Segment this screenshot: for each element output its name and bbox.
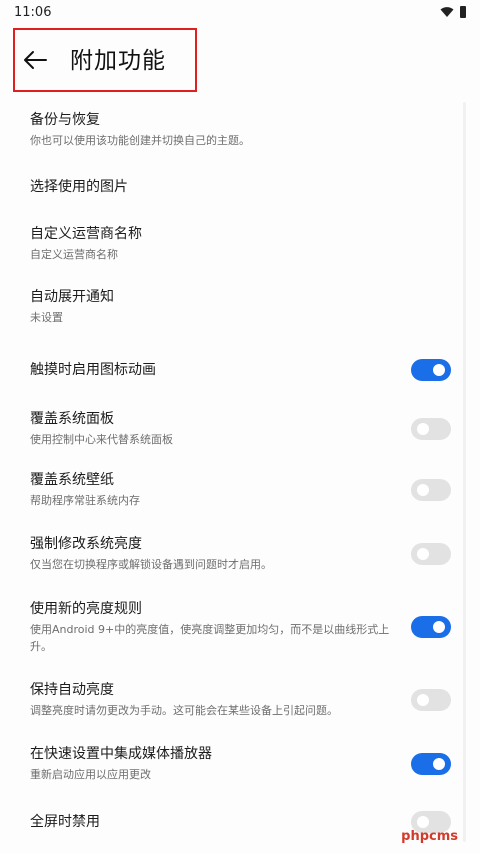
arrow-left-icon[interactable] bbox=[22, 48, 48, 72]
setting-title: 自定义运营商名称 bbox=[30, 226, 142, 242]
setting-subtitle: 仅当您在切换程序或解锁设备遇到问题时才启用。 bbox=[30, 558, 272, 571]
toggle-knob bbox=[433, 364, 445, 376]
setting-title: 备份与恢复 bbox=[30, 112, 100, 128]
setting-auto-expand-notifications[interactable]: 自动展开通知 未设置 bbox=[0, 274, 480, 340]
setting-title: 保持自动亮度 bbox=[30, 682, 114, 698]
setting-title: 覆盖系统面板 bbox=[30, 411, 114, 427]
setting-keep-auto-brightness[interactable]: 保持自动亮度 调整亮度时请勿更改为手动。这可能会在某些设备上引起问题。 bbox=[0, 668, 480, 732]
toggle-knob bbox=[417, 423, 429, 435]
setting-title: 覆盖系统壁纸 bbox=[30, 472, 114, 488]
setting-media-player-quick-settings[interactable]: 在快速设置中集成媒体播放器 重新启动应用以应用更改 bbox=[0, 732, 480, 796]
settings-list: 备份与恢复 你也可以使用该功能创建并切换自己的主题。 选择使用的图片 自定义运营… bbox=[0, 100, 480, 848]
watermark: phpcms bbox=[401, 829, 458, 844]
setting-subtitle: 使用控制中心来代替系统面板 bbox=[30, 433, 173, 446]
setting-title: 自动展开通知 bbox=[30, 289, 114, 305]
wifi-icon bbox=[440, 7, 454, 17]
toggle-switch[interactable] bbox=[411, 616, 451, 638]
setting-icon-animation[interactable]: 触摸时启用图标动画 bbox=[0, 340, 480, 400]
status-bar: 11:06 bbox=[0, 0, 480, 24]
setting-title: 使用新的亮度规则 bbox=[30, 600, 142, 617]
toggle-knob bbox=[417, 548, 429, 560]
setting-title: 选择使用的图片 bbox=[30, 178, 128, 195]
toggle-knob bbox=[417, 694, 429, 706]
setting-title: 在快速设置中集成媒体播放器 bbox=[30, 746, 212, 762]
setting-subtitle: 调整亮度时请勿更改为手动。这可能会在某些设备上引起问题。 bbox=[30, 704, 338, 717]
setting-override-system-panel[interactable]: 覆盖系统面板 使用控制中心来代替系统面板 bbox=[0, 400, 480, 458]
battery-icon bbox=[460, 6, 466, 18]
toggle-knob bbox=[417, 816, 429, 828]
toggle-switch[interactable] bbox=[411, 359, 451, 381]
setting-subtitle: 未设置 bbox=[30, 311, 63, 324]
setting-title: 强制修改系统亮度 bbox=[30, 536, 142, 552]
toggle-switch[interactable] bbox=[411, 689, 451, 711]
setting-title: 触摸时启用图标动画 bbox=[30, 361, 156, 378]
setting-subtitle: 使用Android 9+中的亮度值，使亮度调整更加均匀，而不是以曲线形式上升。 bbox=[30, 622, 390, 653]
setting-backup-restore[interactable]: 备份与恢复 你也可以使用该功能创建并切换自己的主题。 bbox=[0, 100, 480, 160]
setting-title: 全屏时禁用 bbox=[30, 813, 100, 830]
setting-subtitle: 重新启动应用以应用更改 bbox=[30, 768, 151, 781]
setting-subtitle: 你也可以使用该功能创建并切换自己的主题。 bbox=[30, 134, 250, 147]
toggle-knob bbox=[433, 621, 445, 633]
setting-subtitle: 帮助程序常驻系统内存 bbox=[30, 494, 140, 507]
toggle-switch[interactable] bbox=[411, 543, 451, 565]
toggle-knob bbox=[433, 758, 445, 770]
toggle-knob bbox=[417, 484, 429, 496]
toggle-switch[interactable] bbox=[411, 753, 451, 775]
setting-new-brightness-rule[interactable]: 使用新的亮度规则 使用Android 9+中的亮度值，使亮度调整更加均匀，而不是… bbox=[0, 586, 480, 668]
status-time: 11:06 bbox=[14, 4, 52, 20]
setting-subtitle: 自定义运营商名称 bbox=[30, 248, 118, 261]
setting-carrier-name[interactable]: 自定义运营商名称 自定义运营商名称 bbox=[0, 214, 480, 274]
setting-force-brightness[interactable]: 强制修改系统亮度 仅当您在切换程序或解锁设备遇到问题时才启用。 bbox=[0, 522, 480, 586]
status-icons bbox=[440, 6, 466, 18]
toggle-switch[interactable] bbox=[411, 418, 451, 440]
toggle-switch[interactable] bbox=[411, 479, 451, 501]
setting-choose-image[interactable]: 选择使用的图片 bbox=[0, 160, 480, 214]
page-title: 附加功能 bbox=[70, 48, 166, 74]
setting-override-wallpaper[interactable]: 覆盖系统壁纸 帮助程序常驻系统内存 bbox=[0, 458, 480, 522]
